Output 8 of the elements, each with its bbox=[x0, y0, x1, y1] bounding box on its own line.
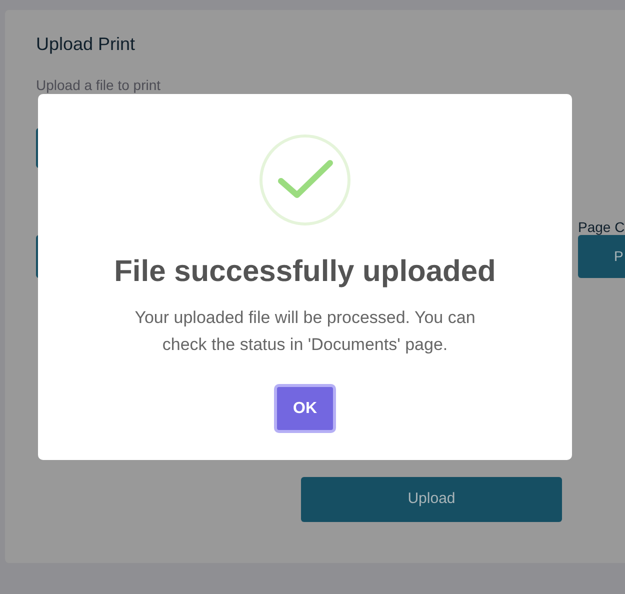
ok-button[interactable]: OK bbox=[274, 384, 336, 433]
dialog-title: File successfully uploaded bbox=[114, 254, 496, 290]
page-label: Page C bbox=[578, 220, 625, 235]
dialog-message: Your uploaded file will be processed. You can check the status in 'Documents' page. bbox=[134, 307, 476, 356]
page-subtitle: Upload a file to print bbox=[36, 76, 162, 94]
upload-button[interactable]: Upload bbox=[301, 477, 562, 522]
page-title: Upload Print bbox=[36, 33, 136, 56]
page-button[interactable]: P bbox=[578, 235, 625, 278]
